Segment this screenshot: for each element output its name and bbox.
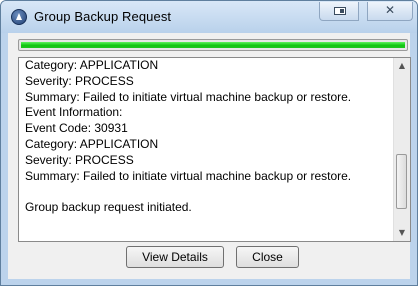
- log-line: Summary: Failed to initiate virtual mach…: [25, 168, 352, 183]
- app-logo-icon: [11, 9, 27, 25]
- log-line: Severity: PROCESS: [25, 73, 134, 88]
- log-line: Category: APPLICATION: [25, 58, 159, 72]
- view-details-button[interactable]: View Details: [126, 246, 224, 268]
- log-lines: Category: APPLICATION Severity: PROCESS …: [25, 58, 395, 216]
- log-text-area[interactable]: Category: APPLICATION Severity: PROCESS …: [18, 57, 411, 242]
- progress-bar: [18, 39, 408, 51]
- dialog-content: Category: APPLICATION Severity: PROCESS …: [8, 33, 411, 279]
- log-line: Event Code: 30931: [25, 121, 128, 136]
- dialog-window: Group Backup Request ✕ Category: APPLICA…: [0, 0, 418, 286]
- scroll-thumb[interactable]: [396, 154, 407, 209]
- window-close-button[interactable]: ✕: [367, 2, 413, 21]
- log-line: Category: APPLICATION: [25, 136, 159, 151]
- restore-icon: [334, 7, 346, 15]
- scroll-up-arrow-icon[interactable]: ▲: [394, 58, 410, 74]
- progress-fill: [21, 42, 405, 48]
- restore-button[interactable]: [319, 2, 359, 21]
- title-bar[interactable]: Group Backup Request ✕: [1, 1, 417, 33]
- window-title: Group Backup Request: [34, 9, 172, 24]
- close-icon: ✕: [384, 3, 396, 17]
- vertical-scrollbar[interactable]: ▲ ▼: [393, 58, 410, 241]
- log-line: Severity: PROCESS: [25, 152, 134, 167]
- log-line: Group backup request initiated.: [25, 200, 192, 215]
- log-line: Event Information:: [25, 105, 123, 120]
- log-line: Summary: Failed to initiate virtual mach…: [25, 89, 352, 104]
- scroll-down-arrow-icon[interactable]: ▼: [394, 225, 410, 241]
- close-button[interactable]: Close: [236, 246, 299, 268]
